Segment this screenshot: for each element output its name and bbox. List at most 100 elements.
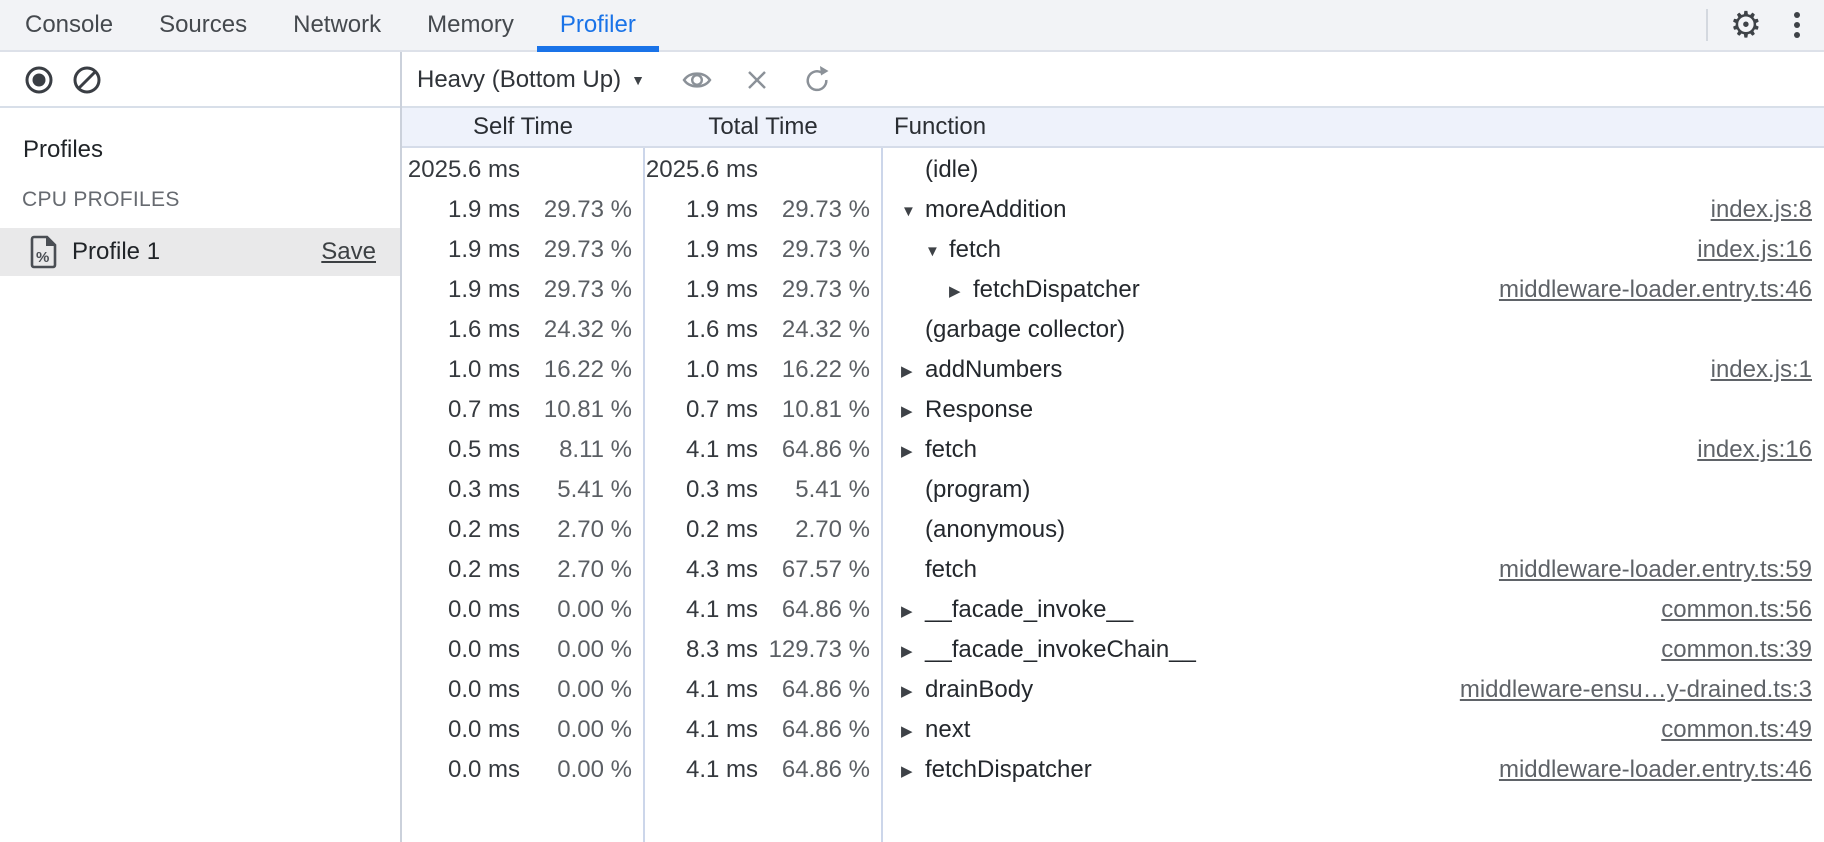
self-time-ms: 1.9 ms [402,236,520,264]
function-cell: ▶ addNumbers index.js:1 [882,350,1824,390]
table-row[interactable]: 0.5 ms 8.11 % 4.1 ms 64.86 % ▶ fetch ind… [402,430,1824,470]
source-link[interactable]: middleware-loader.entry.ts:46 [1499,756,1824,784]
tab-bar-tabs: Console Sources NetworkMemoryProfiler [0,0,659,50]
total-time-cell: 1.0 ms 16.22 % [644,356,882,384]
table-row[interactable]: 0.2 ms 2.70 % 0.2 ms 2.70 % (anonymous) [402,510,1824,550]
self-time-ms: 0.5 ms [402,436,520,464]
source-link[interactable]: index.js:8 [1711,196,1824,224]
function-cell: ▶ __facade_invokeChain__ common.ts:39 [882,630,1824,670]
tab-memory[interactable]: Memory [404,0,537,50]
function-name: __facade_invoke__ [925,596,1133,624]
self-time-pct: 2.70 % [520,516,632,544]
tab-sources[interactable]: Sources [136,0,270,50]
self-time-ms: 0.7 ms [402,396,520,424]
source-link[interactable]: index.js:16 [1697,236,1824,264]
table-row[interactable]: 1.0 ms 16.22 % 1.0 ms 16.22 % ▶ addNumbe… [402,350,1824,390]
function-cell: (garbage collector) [882,310,1824,350]
table-row[interactable]: 0.2 ms 2.70 % 4.3 ms 67.57 % fetch middl… [402,550,1824,590]
total-time-ms: 4.1 ms [644,436,758,464]
self-time-ms: 0.0 ms [402,596,520,624]
expand-arrow-icon[interactable]: ▶ [901,442,925,459]
table-row[interactable]: 0.0 ms 0.00 % 4.1 ms 64.86 % ▶ __facade_… [402,590,1824,630]
self-time-pct: 0.00 % [520,756,632,784]
function-name: next [925,716,970,744]
self-time-cell: 0.0 ms 0.00 % [402,676,644,704]
tab-console[interactable]: Console [2,0,136,50]
total-time-cell: 1.9 ms 29.73 % [644,196,882,224]
column-header-total-time[interactable]: Total Time [644,113,882,141]
function-cell: ▼ fetch index.js:16 [882,230,1824,270]
table-row[interactable]: 0.0 ms 0.00 % 4.1 ms 64.86 % ▶ drainBody… [402,670,1824,710]
focus-function-eye-icon[interactable] [681,65,713,95]
self-time-cell: 1.9 ms 29.73 % [402,236,644,264]
function-cell: ▶ __facade_invoke__ common.ts:56 [882,590,1824,630]
expand-arrow-icon[interactable]: ▶ [901,362,925,379]
table-row[interactable]: 1.9 ms 29.73 % 1.9 ms 29.73 % ▼ moreAddi… [402,190,1824,230]
self-time-ms: 0.0 ms [402,676,520,704]
source-link[interactable]: middleware-loader.entry.ts:46 [1499,276,1824,304]
total-time-pct: 67.57 % [758,556,870,584]
self-time-pct: 2.70 % [520,556,632,584]
settings-gear-icon[interactable]: ⚙ [1730,7,1762,43]
self-time-pct: 29.73 % [520,236,632,264]
self-time-ms: 0.3 ms [402,476,520,504]
source-link[interactable]: middleware-loader.entry.ts:59 [1499,556,1824,584]
view-cluster: Heavy (Bottom Up) ▼ [417,54,831,106]
sidebar-heading: Profiles [23,130,400,170]
table-row[interactable]: 0.0 ms 0.00 % 4.1 ms 64.86 % ▶ next comm… [402,710,1824,750]
source-link[interactable]: common.ts:49 [1661,716,1824,744]
expand-arrow-icon[interactable]: ▶ [949,282,973,299]
expand-arrow-icon[interactable]: ▶ [901,682,925,699]
column-header-self-time[interactable]: Self Time [402,113,644,141]
source-link[interactable]: middleware-ensu…y-drained.ts:3 [1460,676,1824,704]
table-row[interactable]: 0.3 ms 5.41 % 0.3 ms 5.41 % (program) [402,470,1824,510]
total-time-ms: 4.1 ms [644,596,758,624]
table-row[interactable]: 0.0 ms 0.00 % 4.1 ms 64.86 % ▶ fetchDisp… [402,750,1824,790]
function-cell: (idle) [882,150,1824,190]
total-time-cell: 4.1 ms 64.86 % [644,596,882,624]
record-icon[interactable] [24,65,54,95]
restore-functions-refresh-icon[interactable] [801,65,831,95]
total-time-ms: 1.0 ms [644,356,758,384]
source-link[interactable]: common.ts:39 [1661,636,1824,664]
function-name: Response [925,396,1033,424]
expand-arrow-icon[interactable]: ▶ [901,402,925,419]
self-time-ms: 1.9 ms [402,276,520,304]
table-row[interactable]: 1.9 ms 29.73 % 1.9 ms 29.73 % ▶ fetchDis… [402,270,1824,310]
expand-arrow-icon[interactable]: ▶ [901,762,925,779]
function-cell: ▶ Response [882,390,1824,430]
expand-arrow-icon[interactable]: ▶ [901,722,925,739]
self-time-cell: 0.0 ms 0.00 % [402,596,644,624]
column-header-function[interactable]: Function [882,113,1824,141]
total-time-cell: 1.9 ms 29.73 % [644,276,882,304]
expand-arrow-icon [901,169,925,171]
profile-list-item[interactable]: % Profile 1 Save [0,228,400,276]
self-time-ms: 0.0 ms [402,756,520,784]
source-link[interactable]: common.ts:56 [1661,596,1824,624]
table-row[interactable]: 0.7 ms 10.81 % 0.7 ms 10.81 % ▶ Response [402,390,1824,430]
table-row[interactable]: 2025.6 ms 2025.6 ms (idle) [402,150,1824,190]
self-time-ms: 0.0 ms [402,716,520,744]
table-row[interactable]: 1.9 ms 29.73 % 1.9 ms 29.73 % ▼ fetch in… [402,230,1824,270]
tab-network[interactable]: Network [270,0,404,50]
source-link[interactable]: index.js:16 [1697,436,1824,464]
table-row[interactable]: 1.6 ms 24.32 % 1.6 ms 24.32 % (garbage c… [402,310,1824,350]
function-cell: ▶ fetchDispatcher middleware-loader.entr… [882,270,1824,310]
total-time-ms: 2025.6 ms [644,156,758,184]
more-options-kebab-icon[interactable] [1788,8,1806,42]
view-mode-dropdown[interactable]: Heavy (Bottom Up) ▼ [417,66,645,94]
tab-profiler[interactable]: Profiler [537,0,659,50]
expand-arrow-icon [901,529,925,531]
expand-arrow-icon[interactable]: ▼ [925,242,949,259]
source-link[interactable]: index.js:1 [1711,356,1824,384]
save-profile-link[interactable]: Save [321,238,376,266]
function-name: (garbage collector) [925,316,1125,344]
expand-arrow-icon[interactable]: ▼ [901,202,925,219]
table-row[interactable]: 0.0 ms 0.00 % 8.3 ms 129.73 % ▶ __facade… [402,630,1824,670]
expand-arrow-icon [901,329,925,331]
tab-label: Sources [159,11,247,39]
expand-arrow-icon[interactable]: ▶ [901,602,925,619]
expand-arrow-icon[interactable]: ▶ [901,642,925,659]
exclude-function-x-icon[interactable] [743,66,771,94]
clear-profiles-icon[interactable] [72,65,102,95]
